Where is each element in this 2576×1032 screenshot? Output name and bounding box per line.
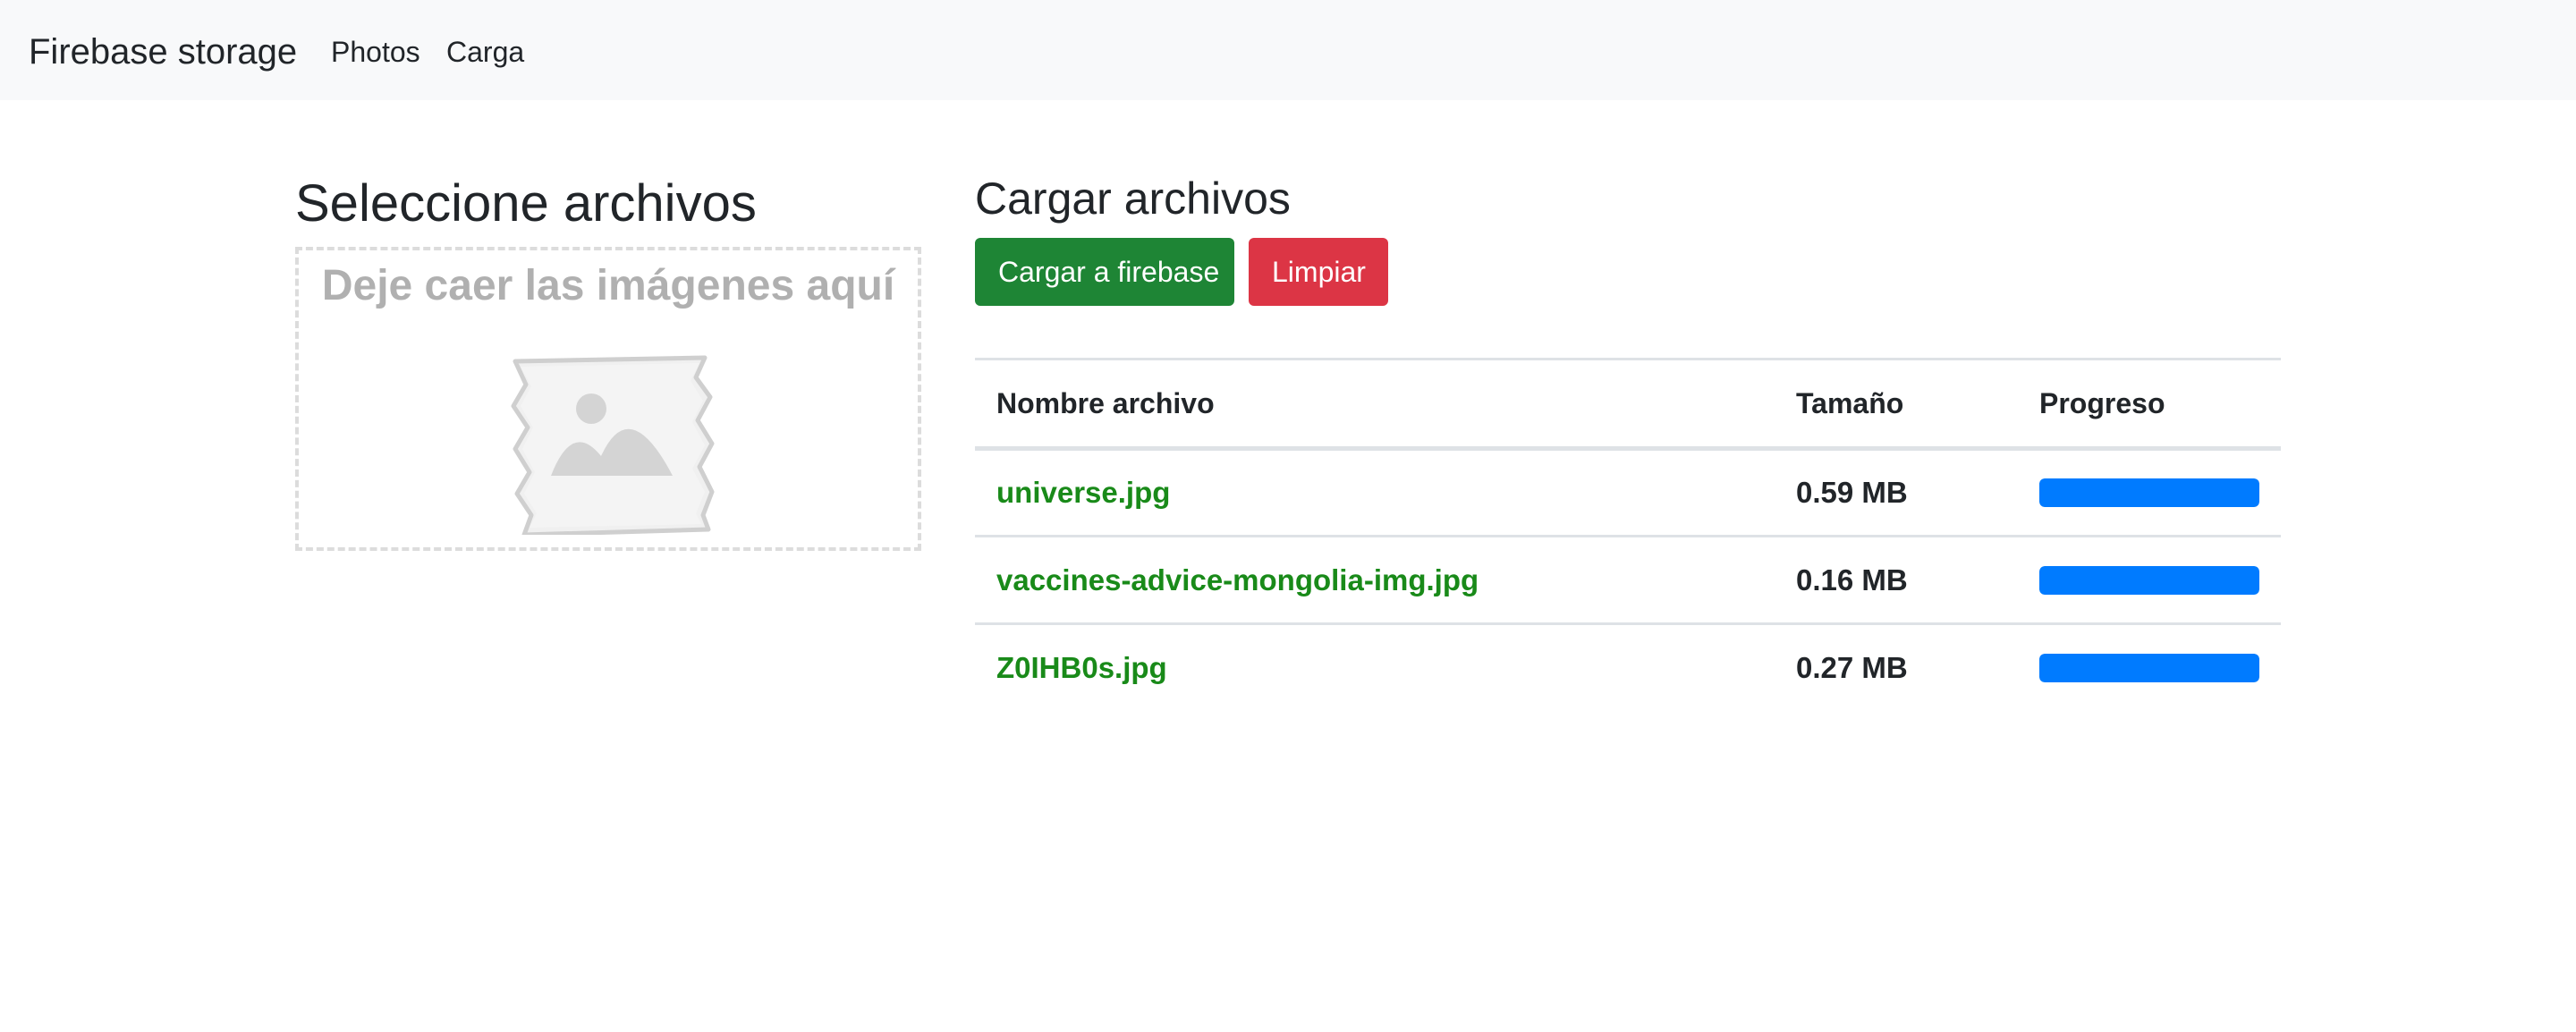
progress-bar-fill <box>2039 654 2259 683</box>
progress-bar-fill <box>2039 565 2259 595</box>
dropzone-text: Deje caer las imágenes aquí <box>321 262 895 309</box>
table-row: vaccines-advice-mongolia-img.jpg 0.16 MB <box>975 536 2281 625</box>
table-row: Z0IHB0s.jpg 0.27 MB <box>975 624 2281 712</box>
navbar-brand[interactable]: Firebase storage <box>29 30 297 73</box>
file-name-cell: vaccines-advice-mongolia-img.jpg <box>975 536 1775 625</box>
clear-button[interactable]: Limpiar <box>1249 238 1388 306</box>
image-dropzone[interactable]: Deje caer las imágenes aquí <box>295 247 921 551</box>
progress-bar-track <box>2039 654 2259 683</box>
progress-bar-fill <box>2039 478 2259 507</box>
progress-bar-track <box>2039 565 2259 595</box>
table-header-row: Nombre archivo Tamaño Progreso <box>975 358 2281 451</box>
files-table: Nombre archivo Tamaño Progreso universe.… <box>975 358 2281 712</box>
file-name-cell: Z0IHB0s.jpg <box>996 651 1167 685</box>
image-placeholder-icon <box>511 355 715 535</box>
file-size-cell: 0.16 MB <box>1775 536 2018 625</box>
select-files-title: Seleccione archivos <box>295 174 757 233</box>
progress-cell <box>2018 624 2281 712</box>
progress-cell <box>2018 448 2281 537</box>
column-header-name: Nombre archivo <box>975 358 1775 451</box>
table-row: universe.jpg 0.59 MB <box>975 448 2281 537</box>
file-size-cell: 0.59 MB <box>1775 448 2018 537</box>
progress-cell <box>2018 536 2281 625</box>
progress-bar-track <box>2039 478 2259 507</box>
upload-files-title: Cargar archivos <box>975 173 1291 224</box>
nav-link-photos[interactable]: Photos <box>331 32 420 72</box>
nav-link-carga[interactable]: Carga <box>446 32 524 72</box>
upload-to-firebase-button[interactable]: Cargar a firebase <box>975 238 1234 306</box>
column-header-progress: Progreso <box>2018 358 2281 451</box>
navbar: Firebase storage Photos Carga <box>0 0 2576 100</box>
column-header-size: Tamaño <box>1775 358 2018 451</box>
file-size-cell: 0.27 MB <box>1796 651 1908 685</box>
file-name-cell: universe.jpg <box>975 448 1775 537</box>
